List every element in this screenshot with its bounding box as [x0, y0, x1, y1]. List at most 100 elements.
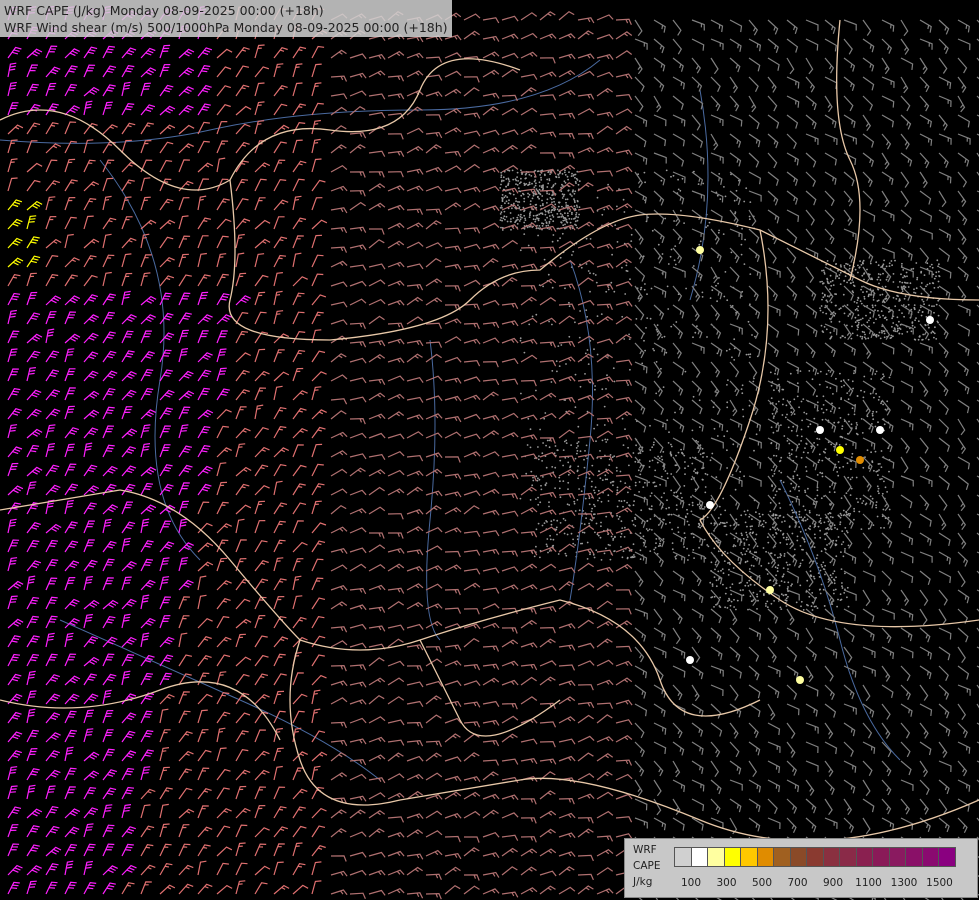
cape-stipple-dot	[654, 546, 657, 549]
cape-stipple-dot	[818, 459, 821, 462]
cape-stipple-dot	[782, 573, 785, 576]
cape-stipple-dot	[675, 554, 678, 557]
wind-barb	[254, 120, 265, 135]
cape-stipple-dot	[839, 523, 841, 526]
cape-stipple-dot	[547, 212, 550, 214]
wind-barb	[216, 235, 229, 249]
wind-barb	[64, 121, 77, 135]
cape-stipple-dot	[563, 193, 566, 196]
wind-barb	[900, 399, 913, 414]
cape-stipple-dot	[652, 443, 655, 446]
wind-barb	[26, 162, 43, 173]
wind-barb	[634, 114, 648, 127]
cape-stipple-dot	[835, 263, 837, 265]
cape-stipple-dot	[746, 525, 748, 528]
cape-stipple-dot	[507, 183, 510, 186]
wind-barb	[425, 620, 443, 629]
wind-barb	[273, 216, 285, 230]
wind-barb	[26, 179, 41, 192]
wind-barb	[634, 133, 647, 148]
wind-barb	[710, 665, 724, 677]
cape-stipple-dot	[802, 505, 805, 508]
cape-stipple-dot	[537, 446, 539, 448]
wind-barb	[824, 551, 836, 566]
wind-barb	[482, 205, 500, 212]
cape-stipple-dot	[790, 429, 793, 432]
wind-barb	[786, 551, 798, 567]
wind-barb	[881, 38, 893, 54]
wind-barb	[558, 738, 576, 745]
wind-barb	[748, 722, 759, 738]
cape-stipple-dot	[702, 456, 704, 458]
wind-barb	[368, 340, 386, 347]
wind-barb	[615, 759, 633, 766]
wind-barb	[197, 709, 208, 724]
cape-stipple-dot	[544, 209, 546, 212]
wind-barb	[615, 719, 633, 726]
cape-stipple-dot	[574, 223, 576, 226]
wind-barb	[482, 69, 500, 78]
cape-stipple-dot	[783, 435, 786, 437]
wind-barb	[26, 428, 43, 439]
cape-stipple-dot	[829, 331, 832, 334]
wind-barb	[767, 190, 779, 206]
cape-stipple-dot	[529, 203, 532, 206]
wind-barb	[520, 317, 538, 325]
cape-stipple-dot	[681, 496, 683, 499]
wind-barb	[26, 729, 39, 743]
wind-barb	[900, 456, 909, 474]
cape-stipple-dot	[754, 538, 757, 541]
wind-barb	[159, 407, 174, 420]
cape-stipple-dot	[670, 443, 672, 446]
wind-barb	[197, 140, 210, 154]
cape-stipple-dot	[711, 583, 714, 586]
wind-barb	[634, 380, 647, 394]
wind-barb	[121, 613, 131, 629]
cape-stipple-dot	[517, 187, 520, 190]
cape-stipple-dot	[781, 414, 784, 416]
cape-stipple-dot	[840, 497, 843, 499]
wind-barb	[7, 218, 23, 230]
cape-stipple-dot	[523, 197, 526, 200]
wind-barb	[710, 323, 722, 339]
cape-stipple-dot	[532, 218, 535, 221]
cape-stipple-dot	[769, 528, 772, 531]
wind-barb	[216, 636, 232, 648]
wind-barb	[425, 341, 443, 348]
wind-barb	[634, 19, 643, 37]
wind-barb	[64, 427, 79, 439]
cape-stipple-dot	[607, 288, 610, 291]
wind-barb	[406, 377, 424, 383]
wind-barb	[83, 332, 99, 344]
cape-stipple-dot	[869, 392, 872, 395]
wind-barb	[425, 646, 442, 653]
wind-barb	[83, 390, 100, 401]
wind-barb	[767, 684, 780, 699]
wind-barb	[83, 46, 98, 59]
wind-barb	[691, 228, 705, 241]
wind-barb	[748, 494, 760, 509]
cape-stipple-dot	[857, 305, 860, 308]
wind-barb	[938, 722, 951, 737]
cape-stipple-dot	[833, 524, 836, 527]
wind-barb	[919, 247, 930, 264]
cape-stipple-dot	[796, 495, 799, 498]
wind-barb	[786, 627, 800, 641]
wind-barb	[615, 410, 633, 420]
cape-stipple-dot	[789, 400, 792, 403]
wind-barb	[729, 380, 740, 397]
cape-stipple-dot	[688, 554, 690, 557]
cape-stipple-dot	[729, 524, 732, 527]
cape-stipple-dot	[740, 552, 743, 554]
cape-stipple-dot	[752, 556, 754, 558]
cape-stipple-dot	[840, 551, 842, 553]
cape-stipple-dot	[870, 378, 873, 380]
cape-stipple-dot	[933, 277, 936, 280]
wind-barb	[387, 433, 405, 440]
cape-stipple-dot	[876, 288, 879, 290]
wind-barb	[387, 411, 405, 420]
cape-stipple-dot	[617, 518, 620, 520]
wind-barb	[216, 293, 230, 306]
cape-stipple-dot	[557, 205, 560, 208]
wind-barb	[121, 750, 137, 762]
